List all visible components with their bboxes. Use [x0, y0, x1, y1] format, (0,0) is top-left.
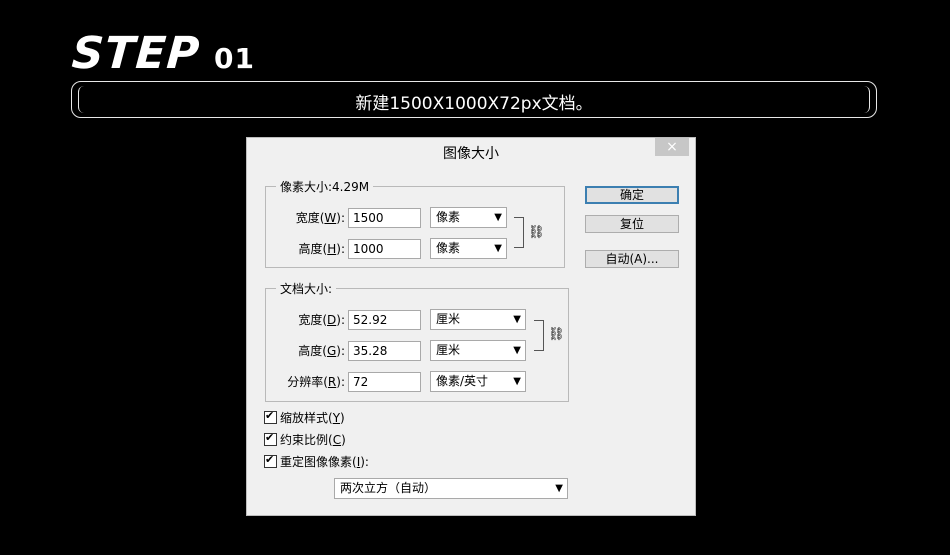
banner-text: 新建1500X1000X72px文档。	[355, 94, 593, 114]
step-number: 01	[214, 42, 255, 75]
chevron-down-icon: ▼	[494, 212, 502, 223]
chevron-down-icon: ▼	[494, 243, 502, 254]
scale-styles-checkbox[interactable]: ✔ 缩放样式(Y)	[264, 409, 345, 426]
step-heading: STEP 01	[70, 28, 255, 79]
close-button[interactable]: ×	[655, 138, 689, 156]
resolution-unit-select[interactable]: 像素/英寸 ▼	[430, 371, 526, 392]
checkmark-icon: ✔	[265, 453, 275, 466]
dialog-titlebar: 图像大小 ×	[247, 138, 695, 165]
checkbox-box[interactable]: ✔	[264, 453, 277, 468]
pixel-constrain-bracket	[514, 217, 524, 248]
doc-constrain-bracket	[534, 320, 544, 351]
auto-button[interactable]: 自动(A)...	[585, 250, 679, 268]
constrain-proportions-checkbox[interactable]: ✔ 约束比例(C)	[264, 431, 346, 448]
checkmark-icon: ✔	[265, 409, 275, 422]
chevron-down-icon: ▼	[513, 345, 521, 356]
chain-link-icon: ⛓	[528, 225, 545, 240]
instruction-banner: 新建1500X1000X72px文档。	[71, 81, 877, 118]
chevron-down-icon: ▼	[513, 376, 521, 387]
pixel-width-unit-select[interactable]: 像素 ▼	[430, 207, 507, 228]
doc-width-unit-select[interactable]: 厘米 ▼	[430, 309, 526, 330]
pixel-height-unit-select[interactable]: 像素 ▼	[430, 238, 507, 259]
pixel-height-input[interactable]: 1000	[348, 239, 421, 259]
pixel-width-label: 宽度(W):	[295, 211, 345, 225]
doc-height-input[interactable]: 35.28	[348, 341, 421, 361]
doc-height-unit-select[interactable]: 厘米 ▼	[430, 340, 526, 361]
doc-height-label: 高度(G):	[298, 344, 345, 358]
checkbox-box[interactable]: ✔	[264, 431, 277, 446]
reset-button[interactable]: 复位	[585, 215, 679, 233]
resolution-input[interactable]: 72	[348, 372, 421, 392]
chain-link-icon: ⛓	[548, 327, 565, 342]
pixel-dimensions-legend: 像素大小:4.29M	[280, 180, 370, 194]
image-size-dialog: 图像大小 × 像素大小:4.29M 宽度(W): 1500 像素 ▼ 高度(H):…	[246, 137, 696, 516]
checkbox-box[interactable]: ✔	[264, 409, 277, 424]
checkmark-icon: ✔	[265, 431, 275, 444]
resample-image-checkbox[interactable]: ✔ 重定图像像素(I):	[264, 453, 369, 470]
doc-width-label: 宽度(D):	[298, 313, 345, 327]
pixel-height-label: 高度(H):	[298, 242, 345, 256]
resample-method-select[interactable]: 两次立方（自动） ▼	[334, 478, 568, 499]
document-size-legend: 文档大小:	[280, 282, 333, 296]
step-label: STEP	[70, 28, 202, 79]
chevron-down-icon: ▼	[513, 314, 521, 325]
resolution-label: 分辨率(R):	[287, 375, 345, 389]
chevron-down-icon: ▼	[555, 483, 563, 494]
pixel-width-input[interactable]: 1500	[348, 208, 421, 228]
doc-width-input[interactable]: 52.92	[348, 310, 421, 330]
ok-button[interactable]: 确定	[585, 186, 679, 204]
dialog-title: 图像大小	[443, 146, 499, 162]
